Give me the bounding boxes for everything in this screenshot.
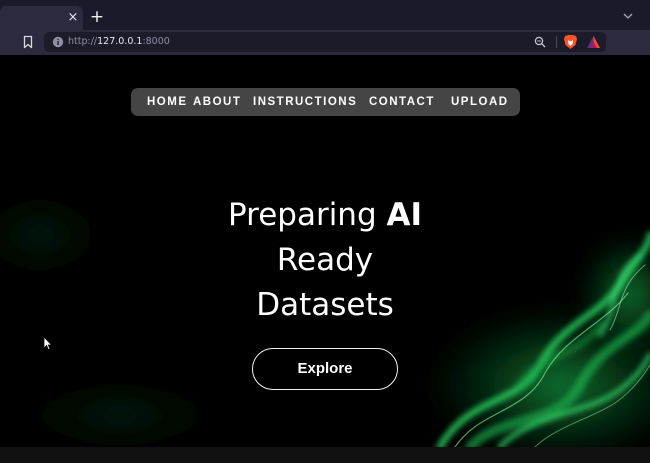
new-tab-button[interactable]: + [89,9,105,26]
browser-toolbar: http://127.0.0.1:8000 [0,30,650,55]
hero-title-line-1: Preparing AI [227,197,423,233]
hero-title-line-2: Ready [276,242,374,278]
hero-title: Preparing AI Ready Datasets [175,193,475,328]
zoom-icon[interactable] [534,36,546,48]
url-text[interactable]: http://127.0.0.1:8000 [68,34,170,50]
chevron-down-icon[interactable] [621,9,635,23]
brave-lion-icon[interactable] [563,34,578,50]
address-bar[interactable]: http://127.0.0.1:8000 [44,32,606,52]
hero-title-line-3: Datasets [256,287,394,323]
nav-about[interactable]: ABOUT [193,88,241,116]
nav-contact[interactable]: CONTACT [369,88,435,116]
close-tab-icon[interactable]: × [66,10,80,26]
nav-home[interactable]: HOME [147,88,188,116]
nav-instructions[interactable]: INSTRUCTIONS [253,88,357,116]
browser-tab[interactable]: × [0,6,83,30]
mouse-cursor-icon [43,336,53,351]
bottom-edge [0,447,650,463]
explore-button[interactable]: Explore [252,348,398,390]
browser-window: × + http://127.0.0.1:8000 HOME ABOUT INS… [0,0,650,463]
web-page: HOME ABOUT INSTRUCTIONS CONTACT UPLOAD P… [0,55,650,447]
info-icon[interactable] [52,36,64,48]
nav-upload[interactable]: UPLOAD [451,88,509,116]
tab-strip: × + [0,0,650,30]
brave-rewards-icon[interactable] [586,35,601,49]
address-bar-divider [556,36,557,48]
bookmark-icon[interactable] [21,35,35,49]
main-nav: HOME ABOUT INSTRUCTIONS CONTACT UPLOAD [131,88,520,116]
